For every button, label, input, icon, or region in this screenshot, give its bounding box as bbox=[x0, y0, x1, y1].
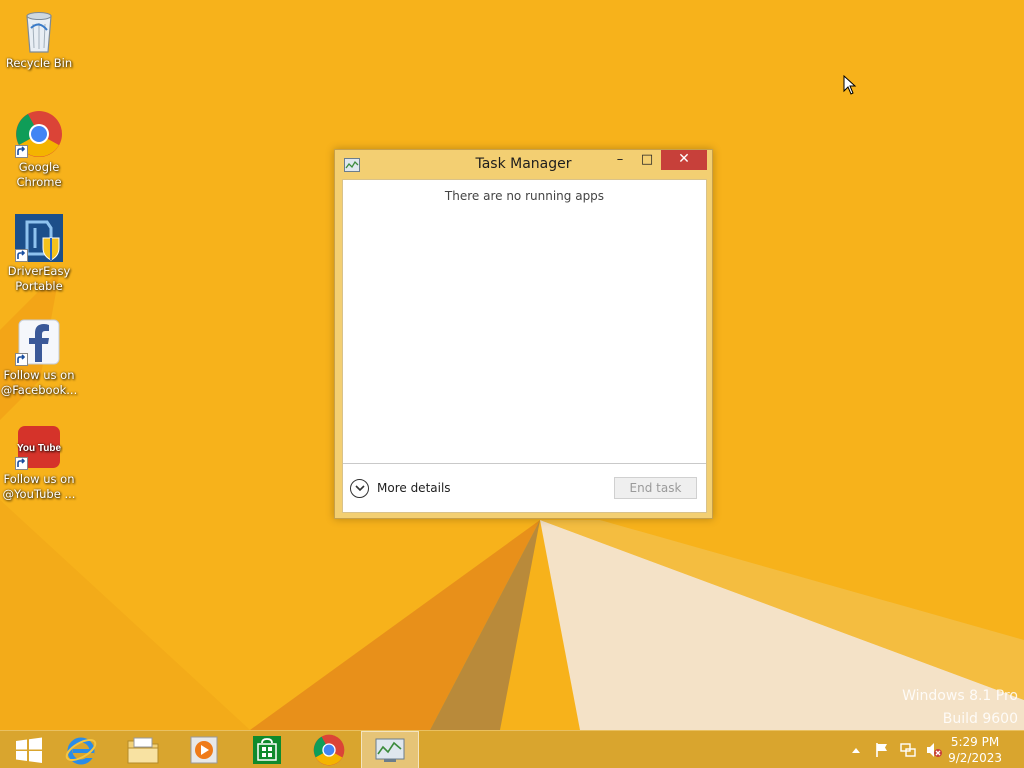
desktop-icon-label: Recycle Bin bbox=[5, 56, 73, 70]
shortcut-arrow-icon bbox=[15, 145, 28, 158]
taskbar: 5:29 PM 9/2/2023 bbox=[0, 730, 1024, 768]
youtube-logo-text: You Tube bbox=[17, 443, 62, 454]
network-icon[interactable] bbox=[900, 742, 916, 758]
maximize-icon: □ bbox=[640, 152, 654, 167]
media-player-icon bbox=[190, 736, 218, 764]
desktop-icon-youtube[interactable]: You Tube Follow us on @YouTube ... bbox=[0, 422, 78, 502]
desktop-icon-drivereasy[interactable]: DriverEasy Portable bbox=[0, 214, 78, 294]
chrome-icon bbox=[313, 734, 345, 766]
chevron-down-icon bbox=[350, 478, 369, 498]
more-details-label: More details bbox=[377, 481, 451, 495]
store-icon bbox=[253, 736, 281, 764]
task-manager-window[interactable]: Task Manager – □ ✕ There are no running … bbox=[334, 149, 713, 519]
desktop-icon-label: Portable bbox=[15, 279, 63, 293]
end-task-button[interactable]: End task bbox=[614, 477, 697, 499]
internet-explorer-icon bbox=[65, 737, 97, 765]
desktop-icon-label: Google bbox=[18, 160, 60, 174]
close-button[interactable]: ✕ bbox=[661, 150, 707, 170]
watermark-build: Build 9600 bbox=[942, 711, 1018, 727]
clock-time: 5:29 PM bbox=[950, 735, 1000, 749]
shortcut-arrow-icon bbox=[15, 249, 28, 262]
drivereasy-icon bbox=[15, 214, 63, 262]
taskbar-store[interactable] bbox=[238, 731, 296, 768]
taskbar-file-explorer[interactable] bbox=[114, 731, 172, 768]
chrome-icon bbox=[15, 110, 63, 158]
desktop-icon-facebook[interactable]: Follow us on @Facebook... bbox=[0, 318, 78, 398]
windows-watermark: Windows 8.1 Pro Build 9600 bbox=[902, 685, 1018, 731]
taskbar-media-player[interactable] bbox=[175, 731, 233, 768]
facebook-icon bbox=[15, 318, 63, 366]
maximize-button[interactable]: □ bbox=[634, 150, 660, 170]
minimize-button[interactable]: – bbox=[607, 150, 633, 170]
shortcut-arrow-icon bbox=[15, 457, 28, 470]
mouse-cursor-icon bbox=[843, 75, 857, 95]
youtube-icon: You Tube bbox=[15, 422, 63, 470]
clock-date: 9/2/2023 bbox=[948, 751, 1002, 765]
recycle-bin-icon bbox=[15, 6, 63, 54]
taskbar-internet-explorer[interactable] bbox=[52, 731, 110, 768]
task-manager-icon bbox=[375, 738, 405, 762]
close-icon: ✕ bbox=[678, 151, 690, 167]
more-details-button[interactable]: More details bbox=[350, 478, 451, 498]
windows-logo-icon bbox=[16, 737, 42, 763]
desktop-icon-recycle-bin[interactable]: Recycle Bin bbox=[0, 6, 78, 71]
watermark-edition: Windows 8.1 Pro bbox=[902, 688, 1018, 704]
taskbar-google-chrome[interactable] bbox=[300, 731, 358, 768]
clock[interactable]: 5:29 PM 9/2/2023 bbox=[948, 734, 1002, 766]
desktop-icon-google-chrome[interactable]: Google Chrome bbox=[0, 110, 78, 190]
system-tray bbox=[850, 731, 942, 768]
desktop-icon-label: Follow us on bbox=[3, 368, 75, 382]
taskbar-task-manager[interactable] bbox=[361, 731, 419, 768]
shortcut-arrow-icon bbox=[15, 353, 28, 366]
task-manager-footer: More details End task bbox=[343, 463, 706, 512]
volume-muted-icon[interactable] bbox=[926, 742, 942, 758]
folder-icon bbox=[127, 737, 159, 764]
empty-apps-message: There are no running apps bbox=[444, 189, 605, 203]
task-manager-content: There are no running apps More details E… bbox=[342, 179, 707, 513]
window-titlebar[interactable]: Task Manager – □ ✕ bbox=[335, 150, 712, 178]
desktop-icon-label: Follow us on bbox=[3, 472, 75, 486]
minimize-icon: – bbox=[616, 152, 624, 167]
action-center-flag-icon[interactable] bbox=[874, 742, 890, 758]
desktop-icon-label: @Facebook... bbox=[0, 383, 78, 397]
start-button[interactable] bbox=[0, 731, 58, 768]
desktop-icon-label: @YouTube ... bbox=[2, 487, 76, 501]
show-hidden-icons-chevron-icon[interactable] bbox=[850, 745, 862, 755]
desktop-icon-label: DriverEasy bbox=[7, 264, 71, 278]
desktop-icon-label: Chrome bbox=[16, 175, 62, 189]
